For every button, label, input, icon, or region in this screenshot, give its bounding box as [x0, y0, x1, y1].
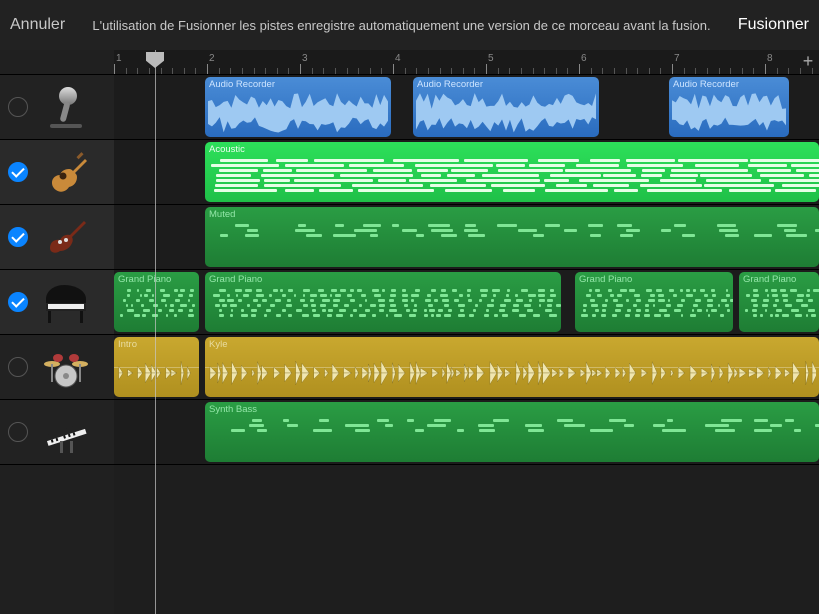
keyboard-synth-icon	[36, 407, 96, 457]
bar-number: 8	[767, 53, 773, 64]
grand-piano-icon	[36, 277, 96, 327]
bass-guitar-icon	[36, 212, 96, 262]
topbar: Annuler L'utilisation de Fusionner les p…	[0, 0, 819, 50]
track-select-checkbox[interactable]	[8, 162, 28, 182]
region[interactable]: Kyle	[205, 337, 819, 397]
region[interactable]: Synth Bass	[205, 402, 819, 462]
bar-number: 4	[395, 53, 401, 64]
region[interactable]: Intro	[114, 337, 199, 397]
microphone-icon	[36, 82, 96, 132]
region[interactable]: Audio Recorder	[669, 77, 789, 137]
region-label: Audio Recorder	[417, 79, 595, 90]
region[interactable]: Acoustic	[205, 142, 819, 202]
track-header-synth[interactable]	[0, 400, 114, 465]
bar-number: 7	[674, 53, 680, 64]
track-headers	[0, 50, 114, 614]
track-lane-synth[interactable]: Synth Bass	[114, 400, 819, 465]
track-header-bass[interactable]	[0, 205, 114, 270]
playhead-marker[interactable]	[146, 52, 164, 68]
track-header-mic[interactable]	[0, 75, 114, 140]
region[interactable]: Audio Recorder	[413, 77, 599, 137]
workspace: + 12345678 Audio RecorderAudio RecorderA…	[0, 50, 819, 614]
region[interactable]: Grand Piano	[739, 272, 819, 332]
track-lane-mic[interactable]: Audio Recorder Audio Recorder Audio Record…	[114, 75, 819, 140]
ruler-spacer	[0, 50, 114, 75]
region-label: Audio Recorder	[673, 79, 785, 90]
bar-number: 1	[116, 53, 122, 64]
track-lane-piano[interactable]: Grand Piano Grand Piano Grand Piano Grand P…	[114, 270, 819, 335]
region[interactable]: Muted	[205, 207, 819, 267]
track-header-drums[interactable]	[0, 335, 114, 400]
track-lane-bass[interactable]: Muted	[114, 205, 819, 270]
timeline[interactable]: + 12345678 Audio RecorderAudio RecorderA…	[114, 50, 819, 614]
track-select-checkbox[interactable]	[8, 97, 28, 117]
region[interactable]: Grand Piano	[114, 272, 199, 332]
region[interactable]: Grand Piano	[205, 272, 561, 332]
track-select-checkbox[interactable]	[8, 292, 28, 312]
bar-number: 2	[209, 53, 215, 64]
region-label: Audio Recorder	[209, 79, 387, 90]
acoustic-guitar-icon	[36, 147, 96, 197]
cancel-button[interactable]: Annuler	[10, 16, 65, 34]
region-label: Synth Bass	[209, 404, 815, 415]
region-label: Grand Piano	[743, 274, 815, 285]
bar-number: 5	[488, 53, 494, 64]
track-header-acoustic[interactable]	[0, 140, 114, 205]
region[interactable]: Grand Piano	[575, 272, 733, 332]
playhead-line[interactable]	[155, 50, 156, 614]
region-label: Grand Piano	[579, 274, 729, 285]
bar-number: 6	[581, 53, 587, 64]
track-lane-drums[interactable]: Intro Kyle	[114, 335, 819, 400]
ruler[interactable]: + 1 2 3 4 5 6 7 8	[114, 50, 819, 75]
track-header-piano[interactable]	[0, 270, 114, 335]
add-section-button[interactable]: +	[799, 52, 817, 70]
region-label: Intro	[118, 339, 195, 350]
track-lane-acoustic[interactable]: Acoustic	[114, 140, 819, 205]
region-label: Kyle	[209, 339, 815, 350]
track-select-checkbox[interactable]	[8, 357, 28, 377]
drum-kit-icon	[36, 342, 96, 392]
track-select-checkbox[interactable]	[8, 422, 28, 442]
bar-number: 3	[302, 53, 308, 64]
region-label: Muted	[209, 209, 815, 220]
region-label: Grand Piano	[118, 274, 195, 285]
track-select-checkbox[interactable]	[8, 227, 28, 247]
region-label: Grand Piano	[209, 274, 557, 285]
region[interactable]: Audio Recorder	[205, 77, 391, 137]
info-message: L'utilisation de Fusionner les pistes en…	[65, 18, 738, 33]
merge-button[interactable]: Fusionner	[738, 16, 809, 34]
region-label: Acoustic	[209, 144, 815, 155]
